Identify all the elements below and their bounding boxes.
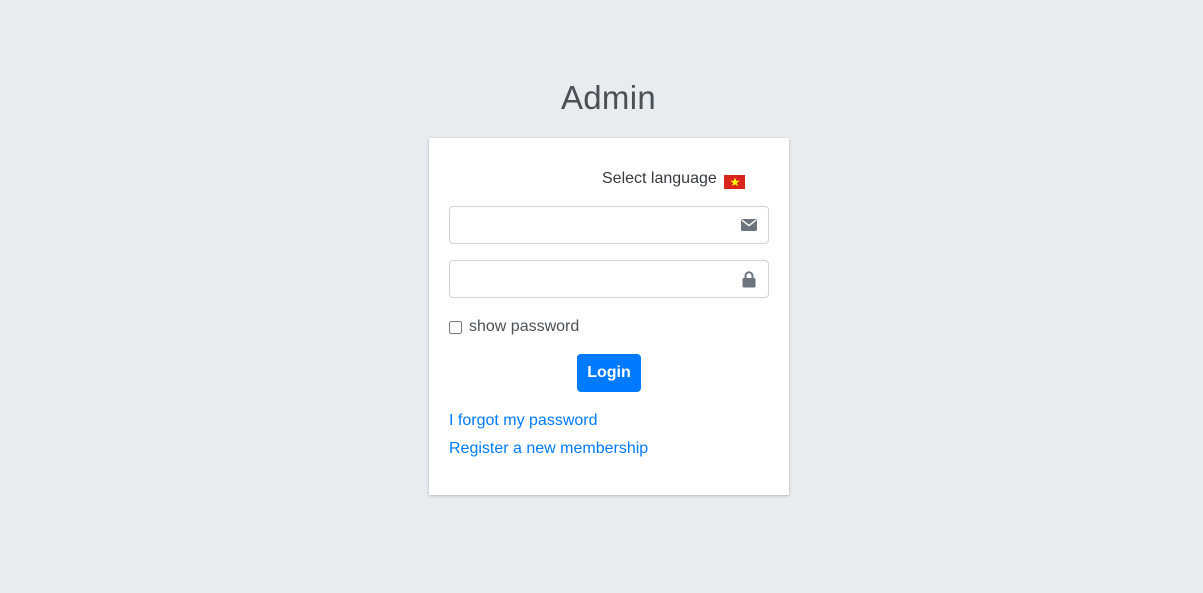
star-icon <box>729 177 740 187</box>
register-link[interactable]: Register a new membership <box>449 439 648 459</box>
password-field[interactable] <box>450 261 730 297</box>
email-input-group <box>449 206 769 244</box>
envelope-icon <box>730 207 768 243</box>
email-field[interactable] <box>450 207 730 243</box>
vietnam-flag-icon[interactable] <box>724 175 745 189</box>
login-page: Admin Select language show password Logi… <box>0 0 1203 593</box>
language-label: Select language <box>602 170 717 187</box>
language-selector: Select language <box>429 168 789 190</box>
lock-icon <box>730 261 768 297</box>
show-password-row: show password <box>449 317 579 337</box>
show-password-label[interactable]: show password <box>469 317 579 337</box>
login-card: Select language show password Login I fo… <box>429 138 789 495</box>
password-input-group <box>449 260 769 298</box>
page-title: Admin <box>560 79 657 116</box>
login-button[interactable]: Login <box>577 354 641 392</box>
show-password-checkbox[interactable] <box>449 320 462 334</box>
forgot-password-link[interactable]: I forgot my password <box>449 411 598 431</box>
